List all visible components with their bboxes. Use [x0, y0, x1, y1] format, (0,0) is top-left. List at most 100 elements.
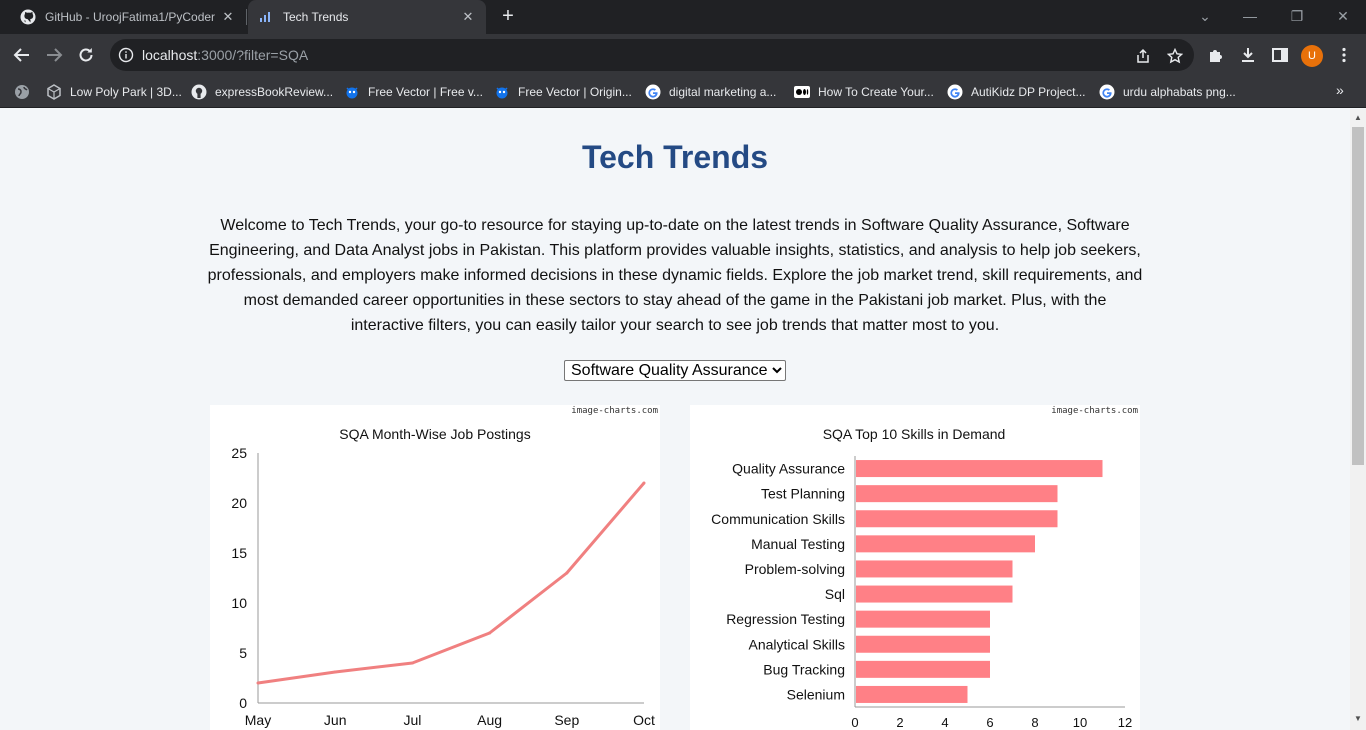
x-tick-label: 4	[941, 715, 948, 730]
job-category-filter[interactable]: Software Quality Assurance	[564, 360, 786, 381]
category-label: Sql	[825, 586, 845, 602]
side-panel-icon[interactable]	[1269, 44, 1291, 66]
data-point	[333, 670, 337, 674]
bookmark-label: digital marketing a...	[669, 85, 777, 99]
category-label: Regression Testing	[726, 611, 845, 627]
reload-icon[interactable]	[74, 43, 98, 67]
tab-strip: GitHub - UroojFatima1/PyCoder ✕ Tech Tre…	[0, 0, 1366, 34]
category-label: Bug Tracking	[763, 661, 845, 677]
bookmark-3[interactable]: Free Vector | Free v...	[344, 82, 483, 102]
data-point	[642, 481, 646, 485]
tab-title: GitHub - UroojFatima1/PyCoder	[45, 10, 215, 24]
bookmark-label: Free Vector | Origin...	[518, 85, 632, 99]
new-tab-plus-icon[interactable]: +	[498, 6, 518, 27]
close-icon[interactable]: ✕	[220, 9, 236, 25]
page-title: Tech Trends	[581, 139, 769, 175]
extensions-puzzle-icon[interactable]	[1205, 44, 1227, 66]
tab-title: Tech Trends	[283, 10, 349, 24]
category-label: Selenium	[787, 686, 845, 702]
forward-arrow-icon[interactable]	[42, 43, 66, 67]
x-tick-label: May	[245, 712, 271, 728]
close-icon[interactable]: ✕	[460, 9, 476, 25]
series-line-job-postings	[257, 482, 646, 685]
github-icon	[20, 9, 36, 25]
category-label: Quality Assurance	[732, 461, 845, 477]
category-label: Analytical Skills	[749, 636, 845, 652]
bar-chart: SQA Top 10 Skills in Demand Quality Assur…	[711, 426, 1132, 730]
category-label: Communication Skills	[711, 511, 845, 527]
x-tick-label: Oct	[633, 712, 655, 728]
scroll-thumb[interactable]	[1352, 127, 1364, 465]
bookmark-2[interactable]: expressBookReview...	[191, 82, 333, 102]
data-point	[410, 661, 414, 665]
bookmark-4[interactable]: Free Vector | Origin...	[494, 82, 632, 102]
globe-icon	[14, 84, 30, 100]
chart-card-top-skills: image-charts.com SQA Top 10 Skills in De…	[690, 405, 1140, 730]
google-icon	[645, 84, 661, 100]
profile-avatar[interactable]: U	[1301, 45, 1323, 67]
bookmark-label: Low Poly Park | 3D...	[70, 85, 182, 99]
chart-card-job-postings: image-charts.com SQA Month-Wise Job Post…	[210, 405, 660, 730]
url-host: localhost	[142, 47, 198, 63]
bar	[856, 485, 1058, 503]
bookmark-star-icon[interactable]	[1166, 47, 1184, 65]
scroll-down-arrow-icon[interactable]: ▼	[1354, 715, 1362, 723]
bar	[856, 560, 1013, 578]
minimize-icon[interactable]: —	[1238, 6, 1262, 26]
bookmarks-bar: Low Poly Park | 3D... expressBookReview.…	[0, 76, 1366, 108]
data-point	[256, 681, 260, 685]
bookmark-globe[interactable]	[14, 82, 38, 102]
line-chart: SQA Month-Wise Job Postings 0 5 10 15 20 25 May…	[231, 426, 655, 728]
tab-tech-trends[interactable]: Tech Trends ✕	[248, 0, 486, 34]
chart-title: SQA Month-Wise Job Postings	[339, 426, 530, 442]
share-icon[interactable]	[1134, 47, 1152, 65]
data-point	[565, 571, 569, 575]
y-tick-label: 10	[231, 595, 247, 611]
bookmark-8[interactable]: urdu alphabats png...	[1099, 82, 1236, 102]
x-tick-label: Jun	[324, 712, 347, 728]
address-bar[interactable]: localhost:3000/?filter=SQA	[110, 39, 1194, 71]
site-info-icon[interactable]	[118, 47, 134, 63]
x-tick-label: Aug	[477, 712, 502, 728]
intro-paragraph: Welcome to Tech Trends, your go-to resou…	[207, 217, 1143, 334]
download-icon[interactable]	[1237, 44, 1259, 66]
bar	[856, 685, 968, 703]
tab-divider	[246, 9, 247, 25]
restore-icon[interactable]: ❐	[1285, 6, 1309, 26]
window-close-icon[interactable]: ✕	[1331, 6, 1355, 26]
bookmark-5[interactable]: digital marketing a...	[645, 82, 776, 102]
bar-chart-icon	[258, 9, 274, 25]
tab-search-chevron-icon[interactable]: ⌄	[1193, 6, 1217, 26]
freepik-icon	[344, 84, 360, 100]
bar	[856, 660, 990, 678]
scroll-up-arrow-icon[interactable]: ▲	[1354, 114, 1362, 122]
page-scrollbar[interactable]: ▲ ▼	[1350, 109, 1366, 730]
tab-github[interactable]: GitHub - UroojFatima1/PyCoder ✕	[8, 0, 246, 34]
x-tick-label: 2	[896, 715, 903, 730]
x-tick-label: Jul	[403, 712, 421, 728]
bar	[856, 510, 1058, 528]
data-point	[488, 631, 492, 635]
bookmark-1[interactable]: Low Poly Park | 3D...	[46, 82, 182, 102]
medium-icon	[794, 84, 810, 100]
bookmark-label: expressBookReview...	[215, 85, 334, 99]
category-label: Problem-solving	[745, 561, 845, 577]
kebab-menu-icon[interactable]	[1333, 44, 1355, 66]
bookmark-label: urdu alphabats png...	[1123, 85, 1236, 99]
bar	[856, 535, 1035, 553]
y-tick-label: 25	[231, 445, 247, 461]
category-label: Manual Testing	[751, 536, 845, 552]
bookmark-7[interactable]: AutiKidz DP Project...	[947, 82, 1086, 102]
page-content: Tech Trends Welcome to Tech Trends, your…	[0, 109, 1350, 730]
x-tick-label: 0	[851, 715, 858, 730]
google-icon	[1099, 84, 1115, 100]
y-tick-label: 0	[239, 695, 247, 711]
x-tick-label: 6	[986, 715, 993, 730]
x-tick-label: 8	[1031, 715, 1038, 730]
chart-title: SQA Top 10 Skills in Demand	[823, 426, 1006, 442]
bookmark-6[interactable]: How To Create Your...	[794, 82, 934, 102]
y-tick-label: 5	[239, 645, 247, 661]
bar	[856, 635, 990, 653]
back-arrow-icon[interactable]	[10, 43, 34, 67]
bookmarks-overflow-chevron-icon[interactable]: »	[1336, 82, 1344, 98]
